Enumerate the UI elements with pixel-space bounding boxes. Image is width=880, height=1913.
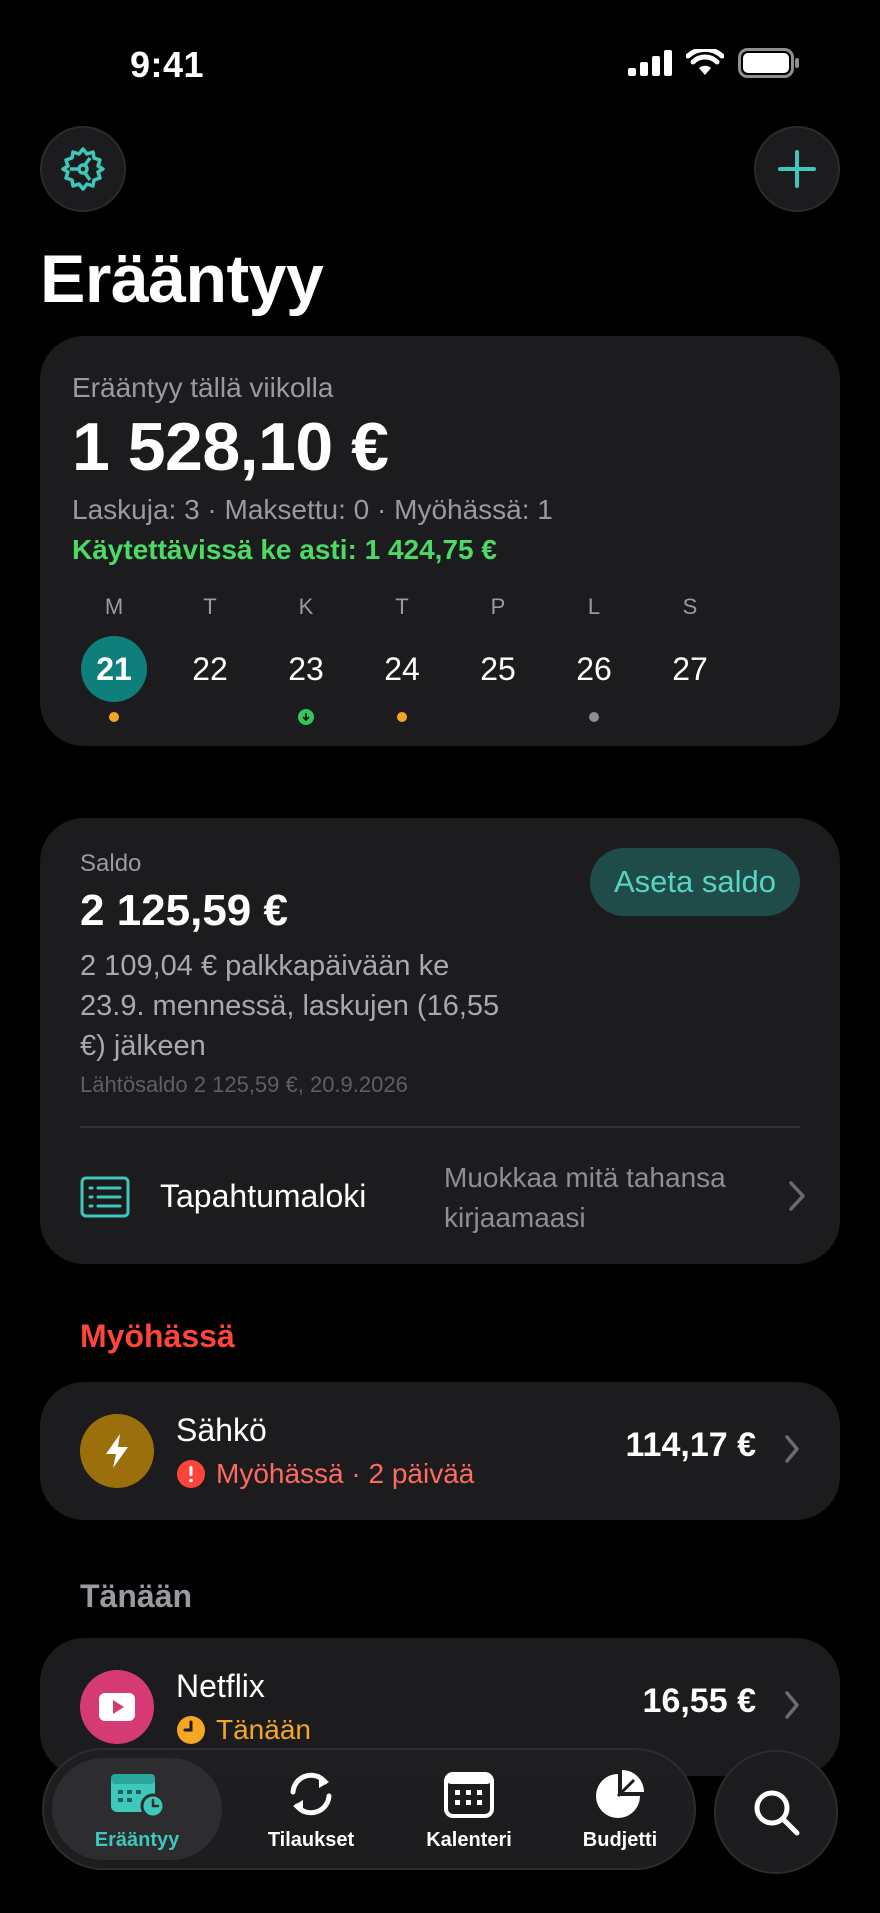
list-icon [80, 1176, 130, 1218]
page-title: Erääntyy [40, 241, 324, 317]
week-meta: Laskuja: 3 · Maksettu: 0 · Myöhässä: 1 [72, 494, 553, 525]
due-dot-orange [397, 712, 407, 722]
plus-icon [778, 150, 816, 188]
bill-status: Myöhässä · 2 päivää [176, 1458, 474, 1490]
chevron-right-icon [789, 1181, 805, 1211]
day-number: 23 [288, 651, 324, 687]
balance-value: 2 125,59 € [80, 886, 288, 935]
day-number: 26 [576, 651, 612, 687]
bill-amount: 114,17 € [625, 1426, 756, 1464]
bill-status-text: Tänään [216, 1714, 311, 1745]
chevron-right-icon [785, 1691, 799, 1719]
day-cell[interactable]: P 25 [456, 594, 540, 702]
exclamation-icon [177, 1460, 205, 1488]
tab-label: Budjetti [582, 1829, 658, 1851]
electricity-bill-icon [80, 1414, 154, 1488]
tab-subscriptions[interactable]: Tilaukset [236, 1758, 386, 1860]
gear-icon [61, 147, 105, 191]
tab-budget[interactable]: Budjetti [550, 1758, 690, 1860]
day-letter: M [104, 594, 124, 619]
bill-item-electricity[interactable]: Sähkö Myöhässä · 2 päivää 114,17 € [40, 1382, 840, 1520]
late-section-title: Myöhässä [80, 1318, 235, 1354]
status-icons [628, 48, 800, 78]
set-balance-button[interactable]: Aseta saldo [590, 848, 800, 916]
lightning-icon [106, 1434, 128, 1468]
transaction-log-row[interactable]: Tapahtumaloki Muokkaa mitä tahansa kirja… [40, 1140, 840, 1250]
due-dot-gray [589, 712, 599, 722]
calendar-clock-icon [111, 1774, 166, 1819]
battery-icon [738, 48, 799, 78]
play-video-icon [99, 1693, 135, 1721]
week-day-strip: M 21 T 22 K 23 T 24 P 25 L 26 S 27 [72, 594, 752, 725]
due-dot-orange [109, 712, 119, 722]
bill-name: Netflix [176, 1668, 265, 1704]
balance-description: 2 109,04 € palkkapäivään ke 23.9. mennes… [80, 950, 500, 1062]
chevron-right-icon [785, 1435, 799, 1463]
bill-amount: 16,55 € [642, 1682, 756, 1720]
day-letter: K [298, 594, 314, 619]
balance-label: Saldo [80, 850, 142, 877]
clock-icon [177, 1716, 205, 1744]
paycheck-dot-icon [298, 709, 314, 725]
day-letter: L [587, 594, 601, 619]
day-number-selected: 21 [81, 636, 147, 702]
day-number: 27 [672, 651, 708, 687]
transaction-log-hint: Muokkaa mitä tahansa kirjaamaasi [444, 1162, 726, 1233]
tab-label: Erääntyy [94, 1829, 180, 1851]
wifi-icon [686, 49, 724, 75]
bill-name: Sähkö [176, 1412, 267, 1448]
divider [80, 1126, 800, 1128]
day-cell[interactable]: S 27 [648, 594, 732, 702]
bill-status-text: Myöhässä · 2 päivää [216, 1458, 475, 1489]
settings-button[interactable] [40, 126, 126, 212]
netflix-bill-icon [80, 1670, 154, 1744]
tab-due[interactable]: Erääntyy [52, 1758, 222, 1860]
day-number: 24 [384, 651, 420, 687]
day-number: 25 [480, 651, 516, 687]
day-letter: T [395, 594, 409, 619]
week-total: 1 528,10 € [72, 409, 389, 485]
day-letter: P [490, 594, 506, 619]
tab-bar: Erääntyy Tilaukset Kalenteri Budjetti [42, 1748, 696, 1870]
calendar-icon [444, 1772, 494, 1818]
week-label: Erääntyy tällä viikolla [72, 372, 334, 403]
cellular-signal-icon [628, 50, 672, 76]
refresh-icon [290, 1772, 332, 1816]
today-section-title: Tänään [80, 1578, 193, 1614]
tab-label: Kalenteri [426, 1829, 512, 1851]
balance-start: Lähtösaldo 2 125,59 €, 20.9.2026 [80, 1072, 408, 1097]
day-letter: T [203, 594, 217, 619]
balance-card: Saldo 2 125,59 € 2 109,04 € palkkapäivää… [40, 818, 840, 1264]
day-cell[interactable]: T 22 [168, 594, 252, 702]
day-cell[interactable]: K 23 [264, 594, 348, 725]
day-cell[interactable]: L 26 [552, 594, 636, 722]
status-time: 9:41 [130, 44, 205, 85]
pie-chart-icon [596, 1770, 644, 1818]
bill-status: Tänään [176, 1714, 311, 1746]
day-number: 22 [192, 651, 228, 687]
tab-label: Tilaukset [267, 1829, 355, 1851]
day-cell[interactable]: T 24 [360, 594, 444, 722]
day-letter: S [682, 594, 698, 619]
week-available: Käytettävissä ke asti: 1 424,75 € [72, 534, 497, 565]
day-cell[interactable]: M 21 [72, 594, 156, 722]
search-icon [754, 1790, 800, 1836]
add-button[interactable] [754, 126, 840, 212]
transaction-log-title: Tapahtumaloki [160, 1178, 367, 1214]
search-button[interactable] [714, 1750, 838, 1874]
week-summary-card: Erääntyy tällä viikolla 1 528,10 € Lasku… [40, 336, 840, 746]
tab-calendar[interactable]: Kalenteri [394, 1758, 544, 1860]
